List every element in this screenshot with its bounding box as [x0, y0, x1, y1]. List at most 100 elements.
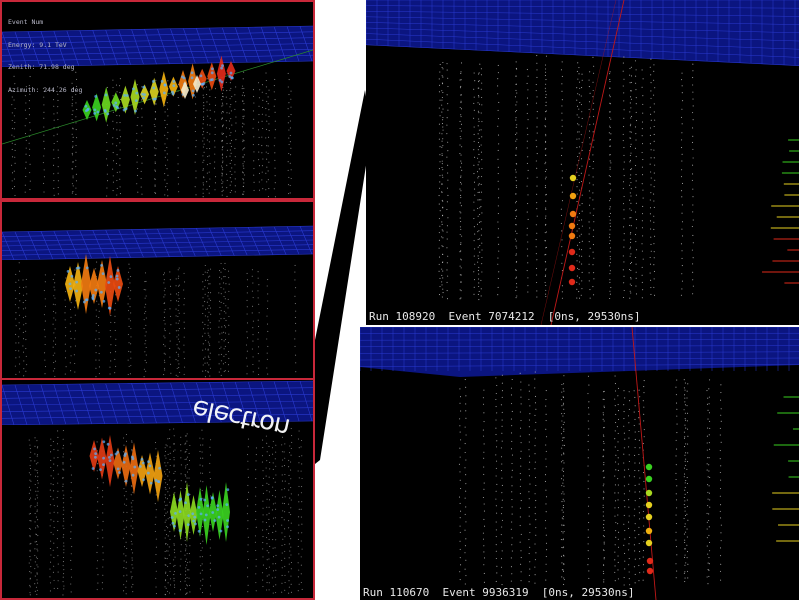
dom-marker [225, 312, 227, 314]
dom-marker [498, 271, 500, 273]
dom-marker [225, 81, 227, 83]
dom-marker [520, 419, 522, 422]
event-view-top-right[interactable]: Run 108920 Event 7074212 [0ns, 29530ns] [366, 0, 799, 325]
event-view-middle-left[interactable] [0, 200, 315, 380]
dom-marker [166, 102, 168, 104]
dom-marker [57, 587, 59, 589]
dom-marker [289, 535, 291, 537]
dom-marker [141, 116, 143, 118]
dom-marker [534, 414, 536, 416]
dom-marker [57, 529, 59, 531]
dom-marker [576, 253, 578, 255]
dom-marker [53, 295, 55, 297]
dom-marker [609, 258, 611, 260]
dom-marker [687, 383, 689, 385]
dom-marker [109, 329, 111, 332]
dom-marker [495, 557, 497, 560]
dom-marker [465, 575, 467, 577]
dom-marker [520, 571, 522, 573]
dom-marker [63, 552, 65, 554]
dom-marker [498, 143, 500, 145]
dom-marker [144, 312, 146, 314]
dom-marker [273, 105, 275, 107]
dom-marker [642, 510, 644, 512]
dom-marker [229, 184, 231, 186]
dom-marker [11, 142, 13, 144]
dom-marker [222, 126, 224, 128]
dom-marker [201, 563, 203, 565]
dom-marker [563, 408, 565, 410]
dom-marker [224, 291, 226, 293]
dom-marker [562, 444, 564, 446]
dom-marker [15, 349, 17, 352]
dom-marker [274, 159, 276, 161]
dom-marker [563, 577, 565, 579]
dom-marker [222, 104, 224, 106]
dom-marker [439, 210, 441, 212]
dom-marker [483, 564, 485, 566]
dom-marker [125, 586, 127, 588]
dom-marker [459, 402, 461, 404]
dom-marker [154, 133, 156, 135]
dom-marker [128, 365, 130, 367]
dom-marker [57, 482, 59, 484]
dom-marker [255, 573, 257, 575]
dom-marker [154, 131, 156, 133]
dom-marker [36, 579, 38, 581]
dom-marker [294, 271, 296, 273]
dom-marker [246, 357, 248, 359]
dom-marker [290, 507, 292, 509]
dom-marker [634, 573, 636, 576]
hit-dot [103, 109, 107, 113]
dom-marker [638, 542, 640, 545]
dom-marker [295, 362, 297, 364]
dom-marker [297, 532, 299, 534]
dom-marker [578, 124, 580, 126]
dom-marker [473, 226, 475, 228]
dom-marker [633, 544, 635, 546]
dom-marker [622, 181, 625, 183]
dom-marker [442, 108, 444, 110]
dom-marker [643, 429, 645, 431]
dom-marker [483, 457, 485, 459]
dom-marker [501, 382, 503, 384]
dom-marker [73, 306, 76, 308]
event-view-top-left[interactable]: Event Num Energy: 9.1 TeV Zenith: 71.98 … [0, 0, 315, 200]
dom-marker [650, 250, 652, 252]
event-view-bottom-right[interactable]: Run 110670 Event 9936319 [0ns, 29530ns] [360, 327, 799, 600]
dom-marker [464, 379, 466, 381]
dom-marker [719, 510, 721, 512]
dom-marker [266, 158, 268, 160]
dom-marker [561, 420, 563, 422]
dom-marker [43, 155, 45, 157]
dom-marker [684, 486, 686, 488]
dom-marker [274, 78, 276, 81]
dom-marker [641, 183, 643, 185]
dom-marker [53, 286, 55, 288]
dom-marker [242, 149, 244, 151]
dom-marker [561, 61, 563, 63]
dom-marker [246, 498, 248, 501]
dom-marker [169, 464, 171, 467]
dom-marker [447, 179, 449, 181]
dom-marker [593, 294, 595, 296]
dom-marker [173, 577, 175, 579]
dom-marker [635, 111, 637, 113]
dom-marker [267, 330, 269, 333]
dom-marker [272, 462, 274, 464]
dom-marker [528, 515, 530, 517]
dom-marker [439, 225, 441, 227]
dom-marker [36, 504, 38, 506]
dom-marker [510, 418, 512, 420]
dom-marker [603, 519, 605, 522]
dom-marker [562, 518, 564, 520]
dom-marker [62, 565, 64, 567]
dom-marker [25, 348, 27, 350]
dom-marker [116, 194, 118, 196]
dom-marker [165, 525, 167, 528]
dom-marker [63, 509, 65, 511]
dom-marker [447, 103, 449, 105]
dom-marker [635, 263, 637, 265]
hit-dot [102, 463, 105, 467]
dom-marker [587, 420, 589, 422]
